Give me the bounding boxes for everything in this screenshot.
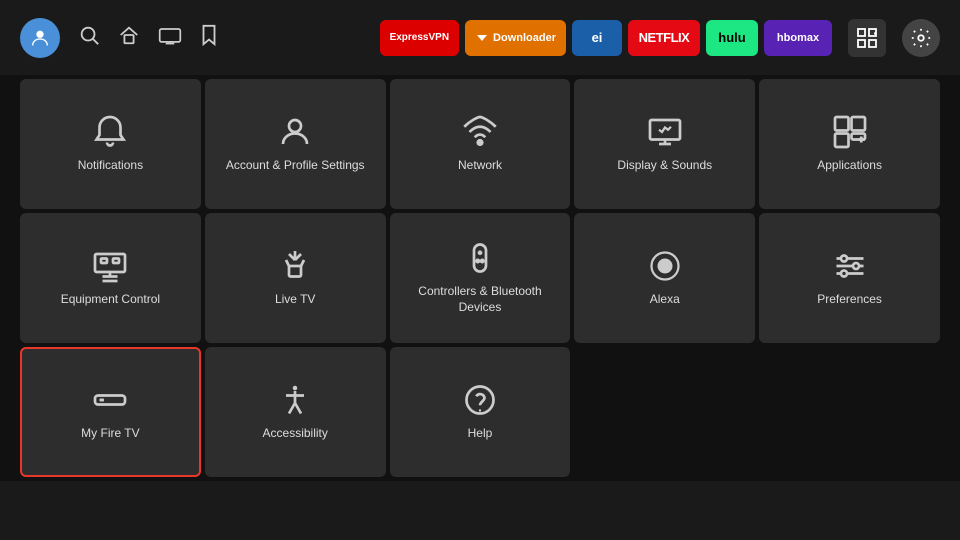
grid-item-accessibility[interactable]: Accessibility — [205, 347, 386, 477]
grid-item-network[interactable]: Network — [390, 79, 571, 209]
avatar[interactable] — [20, 18, 60, 58]
grid-icon[interactable] — [848, 19, 886, 57]
grid-item-help[interactable]: Help — [390, 347, 571, 477]
settings-icon[interactable] — [902, 19, 940, 57]
hulu-app[interactable]: hulu — [706, 20, 758, 56]
grid-item-preferences[interactable]: Preferences — [759, 213, 940, 343]
grid-item-notifications[interactable]: Notifications — [20, 79, 201, 209]
netflix-app[interactable]: NETFLIX — [628, 20, 700, 56]
home-icon[interactable] — [118, 24, 140, 52]
downloader-app[interactable]: Downloader — [465, 20, 566, 56]
app-icons: ExpressVPN Downloader ei NETFLIX hulu hb… — [380, 20, 832, 56]
tv-icon[interactable] — [158, 24, 182, 52]
nav-left — [20, 18, 218, 58]
grid-item-alexa[interactable]: Alexa — [574, 213, 755, 343]
settings-grid: Notifications Account & Profile Settings… — [0, 75, 960, 481]
grid-item-account[interactable]: Account & Profile Settings — [205, 79, 386, 209]
grid-item-livetv[interactable]: Live TV — [205, 213, 386, 343]
expressvpn-app[interactable]: ExpressVPN — [380, 20, 459, 56]
bookmark-icon[interactable] — [200, 24, 218, 52]
grid-item-controllers[interactable]: Controllers & Bluetooth Devices — [390, 213, 571, 343]
grid-item-display-sounds[interactable]: Display & Sounds — [574, 79, 755, 209]
top-nav: ExpressVPN Downloader ei NETFLIX hulu hb… — [0, 0, 960, 75]
search-icon[interactable] — [78, 24, 100, 52]
grid-item-applications[interactable]: Applications — [759, 79, 940, 209]
grid-item-myfiretv[interactable]: My Fire TV — [20, 347, 201, 477]
hbomax-app[interactable]: hbomax — [764, 20, 832, 56]
ei-app[interactable]: ei — [572, 20, 622, 56]
grid-item-equipment[interactable]: Equipment Control — [20, 213, 201, 343]
